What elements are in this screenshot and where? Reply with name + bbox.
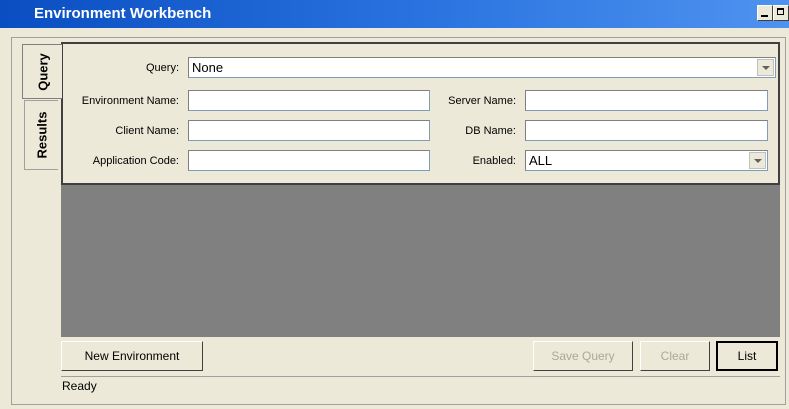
environment-name-label: Environment Name: [81, 95, 179, 107]
server-name-field[interactable] [525, 90, 768, 111]
clear-button[interactable]: Clear [640, 341, 710, 371]
environment-name-field[interactable] [188, 90, 430, 111]
query-select-value: None [192, 60, 224, 75]
db-name-field[interactable] [525, 120, 768, 141]
tab-query-label: Query [35, 52, 50, 91]
tab-results-label: Results [34, 111, 49, 159]
query-panel: Query: None Environment Name: Server Nam… [61, 42, 780, 185]
db-name-label: DB Name: [465, 125, 516, 137]
list-button[interactable]: List [716, 341, 778, 371]
enabled-select[interactable]: ALL [525, 150, 768, 171]
client-name-field[interactable] [188, 120, 430, 141]
client-name-label: Client Name: [115, 125, 179, 137]
environment-workbench-window: Environment Workbench Results Query Quer… [0, 0, 789, 409]
results-area [61, 185, 780, 337]
enabled-select-value: ALL [529, 153, 553, 168]
button-bar: New Environment Save Query Clear List [61, 337, 780, 375]
status-text: Ready [62, 379, 97, 393]
window-title: Environment Workbench [34, 5, 212, 22]
enabled-label: Enabled: [472, 155, 516, 167]
tab-query[interactable]: Query [22, 44, 62, 99]
status-bar: Ready [61, 376, 780, 396]
query-select[interactable]: None [188, 57, 776, 78]
title-bar[interactable]: Environment Workbench [0, 0, 789, 28]
tab-results[interactable]: Results [24, 100, 58, 170]
minimize-icon[interactable] [757, 5, 773, 21]
chevron-down-icon[interactable] [757, 59, 774, 76]
save-query-button[interactable]: Save Query [533, 341, 633, 371]
new-environment-button[interactable]: New Environment [61, 341, 203, 371]
server-name-label: Server Name: [448, 95, 516, 107]
query-label: Query: [145, 62, 179, 74]
application-code-label: Application Code: [92, 155, 179, 167]
maximize-icon[interactable] [773, 5, 789, 21]
application-code-field[interactable] [188, 150, 430, 171]
chevron-down-icon[interactable] [749, 152, 766, 169]
